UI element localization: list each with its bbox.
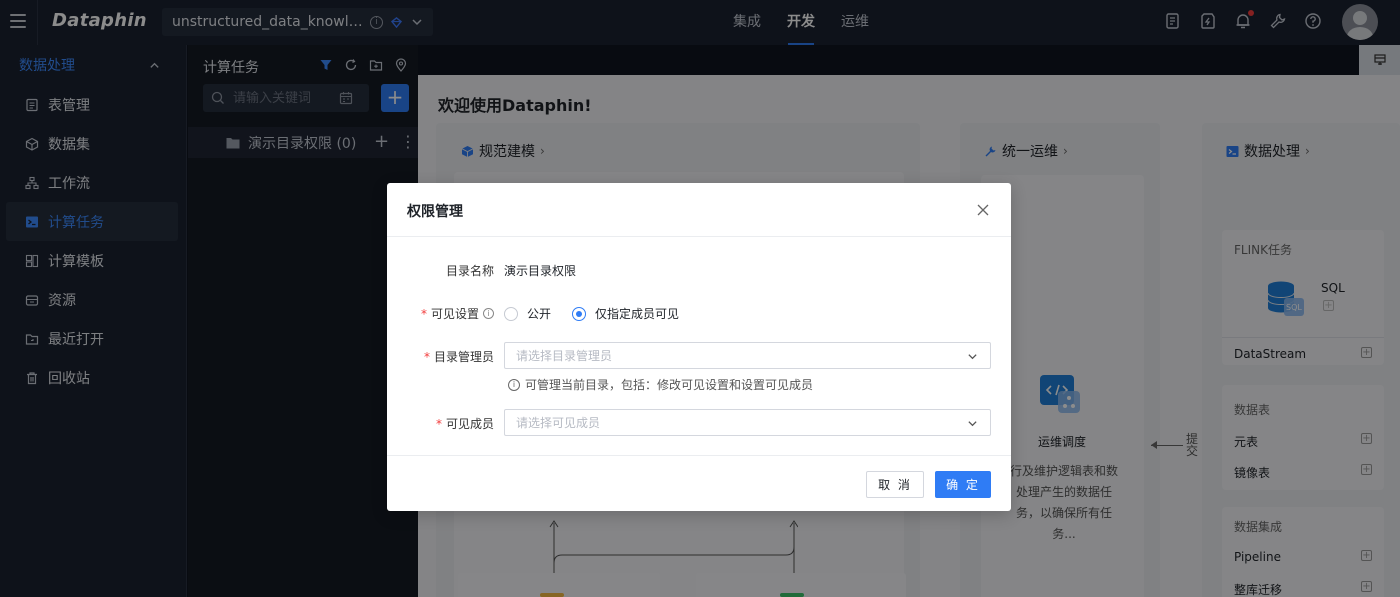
radio-label: 仅指定成员可见 bbox=[595, 307, 680, 321]
admin-help: i 可管理当前目录，包括：修改可见设置和设置可见成员 bbox=[508, 376, 813, 393]
permission-dialog: 权限管理 目录名称 演示目录权限 * 可见设置 i 公开 仅指定成员可见 * 目录管理… bbox=[387, 183, 1011, 511]
admin-placeholder: 请选择目录管理员 bbox=[516, 349, 613, 363]
close-icon[interactable] bbox=[977, 204, 989, 216]
dir-name-value: 演示目录权限 bbox=[504, 264, 577, 278]
dialog-title: 权限管理 bbox=[407, 204, 463, 220]
members-placeholder: 请选择可见成员 bbox=[516, 416, 601, 430]
members-label: * 可见成员 bbox=[435, 416, 494, 432]
chevron-down-icon bbox=[968, 354, 977, 360]
radio-public[interactable]: 公开 bbox=[504, 305, 551, 322]
dialog-header: 权限管理 bbox=[387, 183, 1011, 237]
dir-name-label: 目录名称 bbox=[445, 264, 494, 278]
dialog-footer: 取 消 确 定 bbox=[387, 455, 1011, 511]
admin-label: * 目录管理员 bbox=[423, 349, 494, 365]
cancel-button[interactable]: 取 消 bbox=[866, 471, 924, 498]
radio-dot bbox=[572, 306, 586, 321]
confirm-button[interactable]: 确 定 bbox=[935, 471, 991, 498]
info-icon: i bbox=[508, 378, 520, 391]
info-icon[interactable]: i bbox=[483, 308, 494, 319]
radio-dot bbox=[504, 306, 518, 321]
visibility-label: * 可见设置 i bbox=[421, 305, 494, 322]
chevron-down-icon bbox=[968, 421, 977, 427]
admin-select[interactable]: 请选择目录管理员 bbox=[504, 342, 991, 369]
radio-label: 公开 bbox=[527, 307, 552, 321]
members-select[interactable]: 请选择可见成员 bbox=[504, 409, 991, 436]
radio-members-only[interactable]: 仅指定成员可见 bbox=[572, 305, 679, 322]
